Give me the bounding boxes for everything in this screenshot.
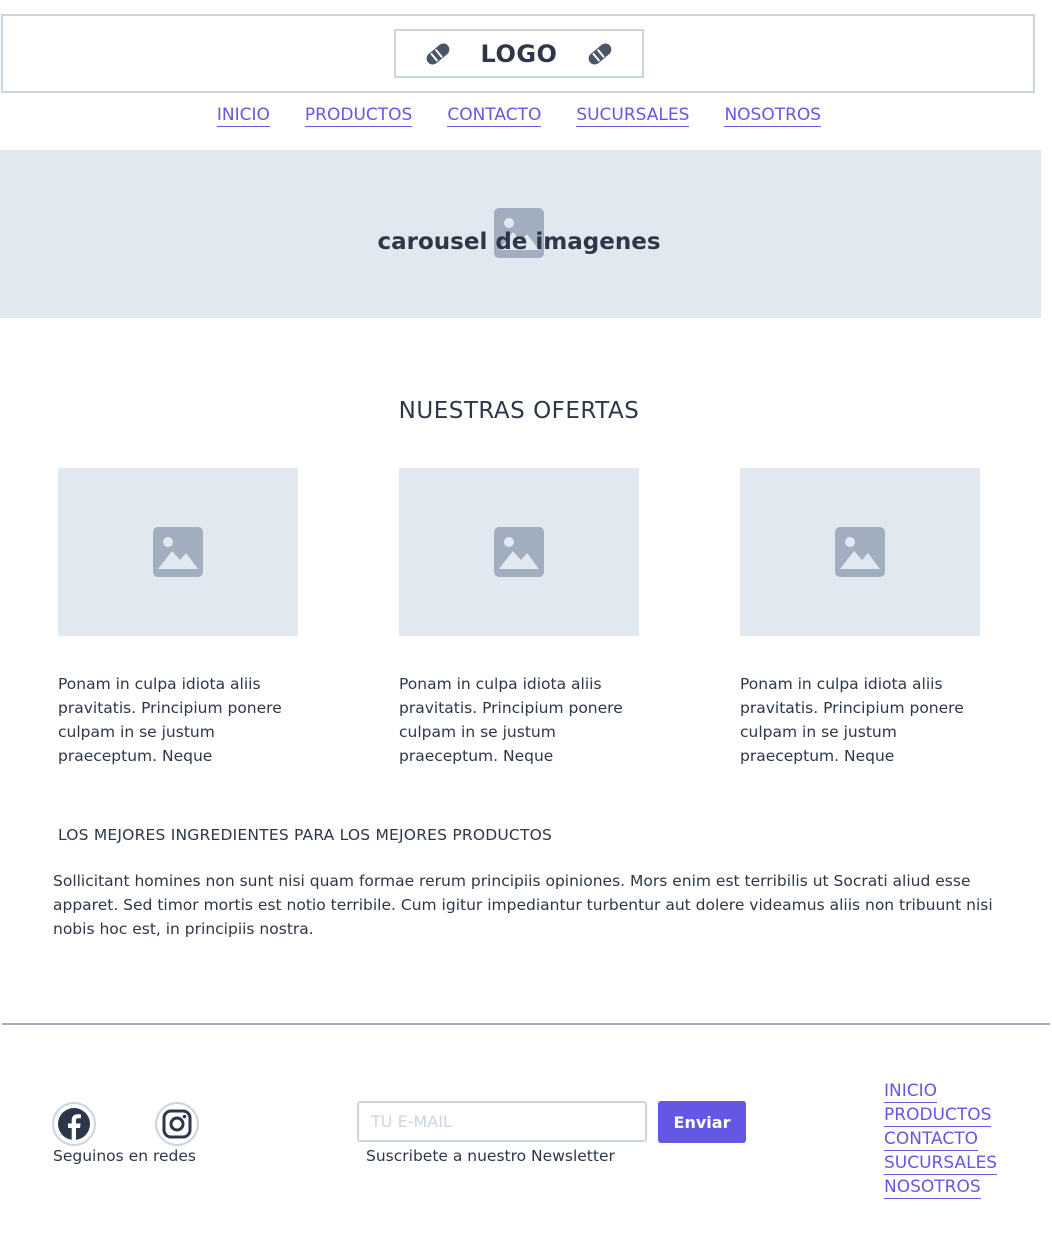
oferta-image-2[interactable] — [399, 468, 639, 636]
oferta-image-1[interactable] — [58, 468, 298, 636]
bread-icon — [584, 38, 616, 70]
newsletter-caption: Suscribete a nuestro Newsletter — [366, 1147, 615, 1165]
ingredientes-heading: LOS MEJORES INGREDIENTES PARA LOS MEJORE… — [58, 826, 553, 844]
nav-link-nosotros[interactable]: NOSOTROS — [724, 104, 822, 127]
oferta-text-1: Ponam in culpa idiota aliis pravitatis. … — [58, 675, 282, 765]
oferta-text-3: Ponam in culpa idiota aliis pravitatis. … — [740, 675, 964, 765]
nav-link-sucursales[interactable]: SUCURSALES — [576, 104, 690, 127]
nav-link-contacto[interactable]: CONTACTO — [447, 104, 542, 127]
image-placeholder-icon — [153, 527, 203, 577]
carousel-caption: carousel de imagenes — [377, 229, 661, 255]
facebook-icon — [58, 1108, 90, 1141]
footer-nav: INICIO PRODUCTOS CONTACTO SUCURSALES NOS… — [884, 1081, 998, 1199]
image-placeholder-icon — [494, 527, 544, 577]
bread-icon — [422, 38, 454, 70]
footer-link-productos[interactable]: PRODUCTOS — [884, 1105, 992, 1127]
image-placeholder-icon — [835, 527, 885, 577]
social-label: Seguinos en redes — [53, 1147, 196, 1165]
logo[interactable]: LOGO — [394, 29, 644, 78]
footer-link-sucursales[interactable]: SUCURSALES — [884, 1153, 998, 1175]
newsletter-email-input[interactable] — [357, 1101, 647, 1142]
ofertas-title: NUESTRAS OFERTAS — [398, 398, 640, 424]
instagram-button[interactable] — [155, 1102, 199, 1146]
footer-link-nosotros[interactable]: NOSOTROS — [884, 1177, 981, 1199]
facebook-button[interactable] — [52, 1102, 96, 1146]
instagram-icon — [162, 1109, 192, 1139]
oferta-text-2: Ponam in culpa idiota aliis pravitatis. … — [399, 675, 623, 765]
ingredientes-text: Sollicitant homines non sunt nisi quam f… — [53, 872, 993, 938]
oferta-image-3[interactable] — [740, 468, 980, 636]
nav-link-inicio[interactable]: INICIO — [216, 104, 270, 127]
logo-text: LOGO — [480, 39, 558, 68]
newsletter-submit-button[interactable]: Enviar — [658, 1101, 746, 1143]
footer-divider — [2, 1023, 1050, 1025]
nav-link-productos[interactable]: PRODUCTOS — [304, 104, 413, 127]
footer-link-contacto[interactable]: CONTACTO — [884, 1129, 978, 1151]
main-nav: INICIO PRODUCTOS CONTACTO SUCURSALES NOS… — [0, 104, 1038, 127]
footer-link-inicio[interactable]: INICIO — [884, 1081, 938, 1103]
